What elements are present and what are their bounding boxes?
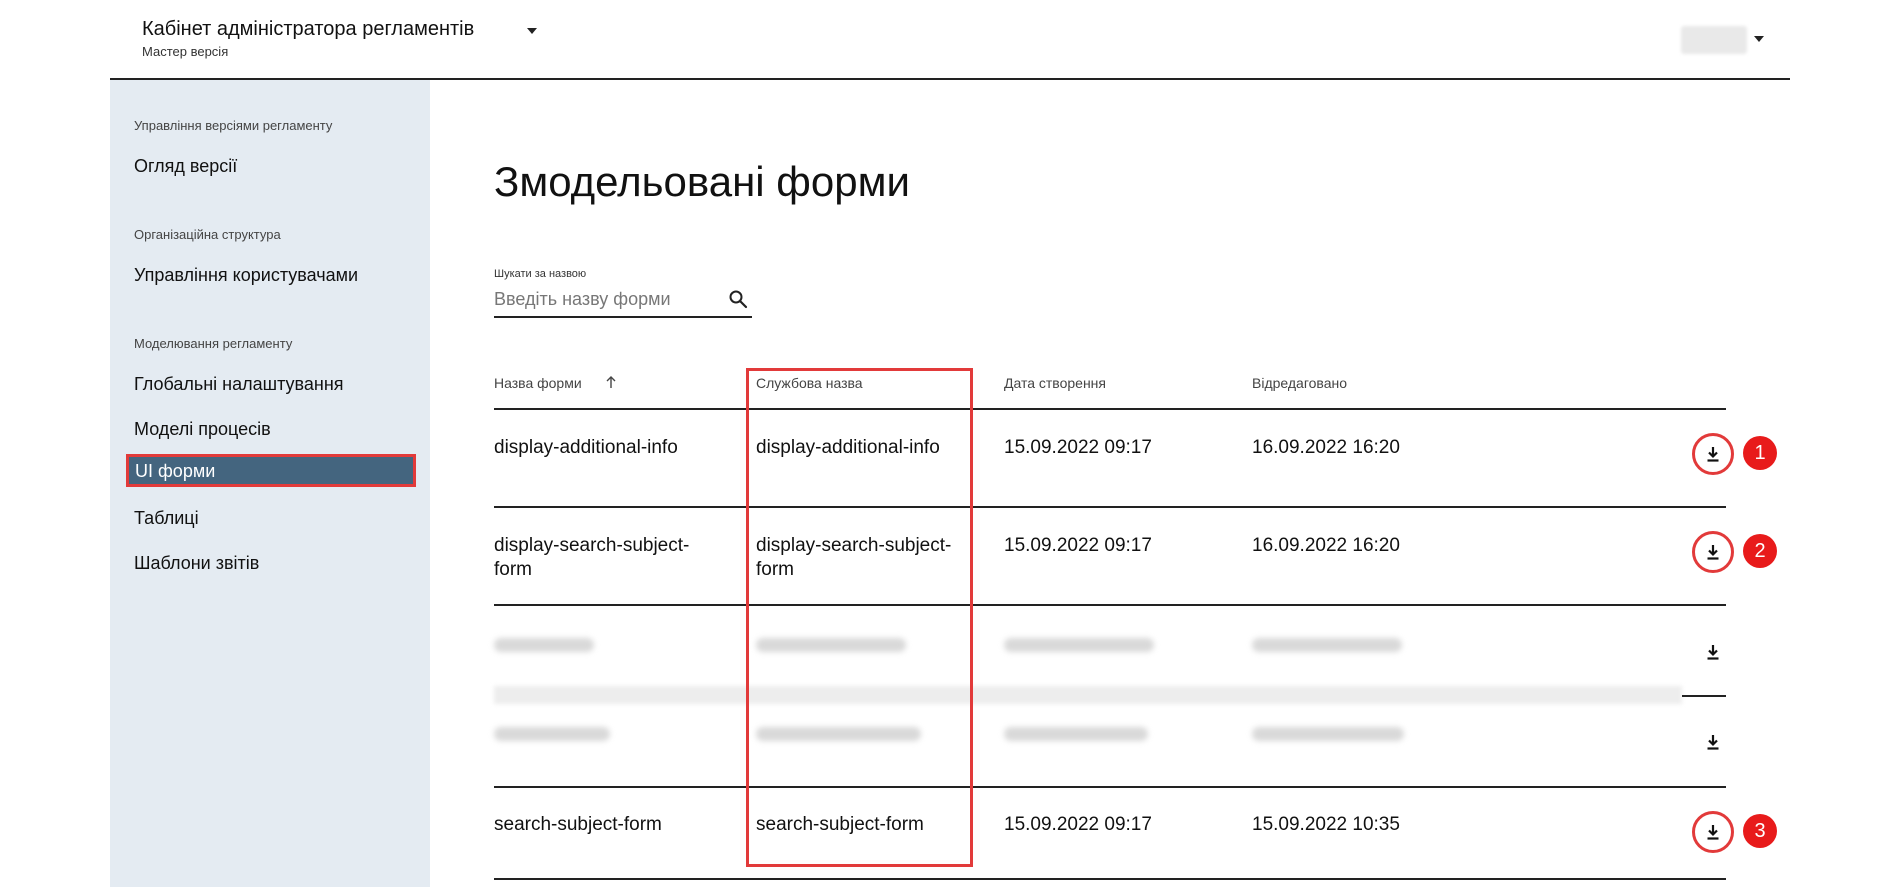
app-header: Кабінет адміністратора регламентів Масте… (110, 0, 1790, 80)
sidebar-item-label: UI форми (135, 461, 216, 481)
column-header-created[interactable]: Дата створення (1004, 375, 1106, 391)
blurred-text (1004, 727, 1148, 741)
download-icon (1707, 645, 1719, 660)
created-cell: 15.09.2022 09:17 (1004, 535, 1152, 556)
download-icon (1707, 735, 1719, 750)
blurred-text (1004, 638, 1154, 652)
column-header-edited[interactable]: Відредаговано (1252, 375, 1347, 391)
blurred-text (494, 638, 594, 652)
blurred-text (494, 727, 610, 741)
download-button[interactable] (1692, 631, 1734, 673)
table-header-divider (494, 408, 1726, 410)
row-divider (494, 878, 1726, 880)
app-subtitle: Мастер версія (142, 44, 229, 59)
annotation-badge: 3 (1743, 814, 1777, 848)
edited-cell: 15.09.2022 10:35 (1252, 814, 1400, 835)
page-title: Змодельовані форми (494, 158, 910, 205)
column-header-form-name[interactable]: Назва форми (494, 375, 582, 391)
annotation-badge: 2 (1743, 534, 1777, 568)
row-divider (494, 604, 1726, 606)
download-button[interactable] (1692, 811, 1734, 853)
download-button[interactable] (1692, 721, 1734, 763)
search-field (494, 282, 752, 318)
sidebar-item-report-templates[interactable]: Шаблони звітів (134, 553, 259, 574)
download-icon (1707, 825, 1719, 840)
annotation-badge: 1 (1743, 436, 1777, 470)
blurred-text (1252, 727, 1404, 741)
search-label: Шукати за назвою (494, 268, 587, 280)
form-name-cell: search-subject-form (494, 814, 662, 835)
row-divider (494, 686, 1682, 704)
created-cell: 15.09.2022 09:17 (1004, 437, 1152, 458)
download-button[interactable] (1692, 531, 1734, 573)
edited-cell: 16.09.2022 16:20 (1252, 535, 1400, 556)
sidebar-item-tables[interactable]: Таблиці (134, 508, 199, 529)
chevron-down-icon[interactable] (527, 28, 537, 34)
user-menu[interactable] (1681, 26, 1747, 54)
sidebar-item-user-management[interactable]: Управління користувачами (134, 265, 358, 286)
sort-ascending-icon[interactable] (605, 375, 617, 389)
search-icon[interactable] (728, 289, 748, 309)
sidebar-item-global-settings[interactable]: Глобальні налаштування (134, 374, 344, 395)
app-title[interactable]: Кабінет адміністратора регламентів (142, 18, 474, 41)
sidebar-item-process-models[interactable]: Моделі процесів (134, 419, 271, 440)
sidebar-section-title: Організаційна структура (134, 227, 281, 242)
created-cell: 15.09.2022 09:17 (1004, 814, 1152, 835)
edited-cell: 16.09.2022 16:20 (1252, 437, 1400, 458)
download-icon (1707, 545, 1719, 560)
sidebar: Управління версіями регламенту Огляд вер… (110, 80, 430, 887)
sidebar-item-ui-forms[interactable]: UI форми (126, 454, 416, 487)
service-name-column-highlight (746, 368, 973, 867)
sidebar-section-title: Моделювання регламенту (134, 336, 293, 351)
form-name-cell: display-additional-info (494, 437, 678, 458)
form-name-cell: display-search-subject-form (494, 535, 690, 580)
download-button[interactable] (1692, 433, 1734, 475)
sidebar-item-version-overview[interactable]: Огляд версії (134, 156, 237, 177)
sidebar-section-title: Управління версіями регламенту (134, 118, 333, 133)
row-divider (1682, 695, 1726, 697)
row-divider (494, 506, 1726, 508)
user-chevron-down-icon[interactable] (1754, 36, 1764, 42)
row-divider (494, 786, 1726, 788)
blurred-text (1252, 638, 1402, 652)
download-icon (1707, 447, 1719, 462)
search-input[interactable] (494, 286, 714, 312)
